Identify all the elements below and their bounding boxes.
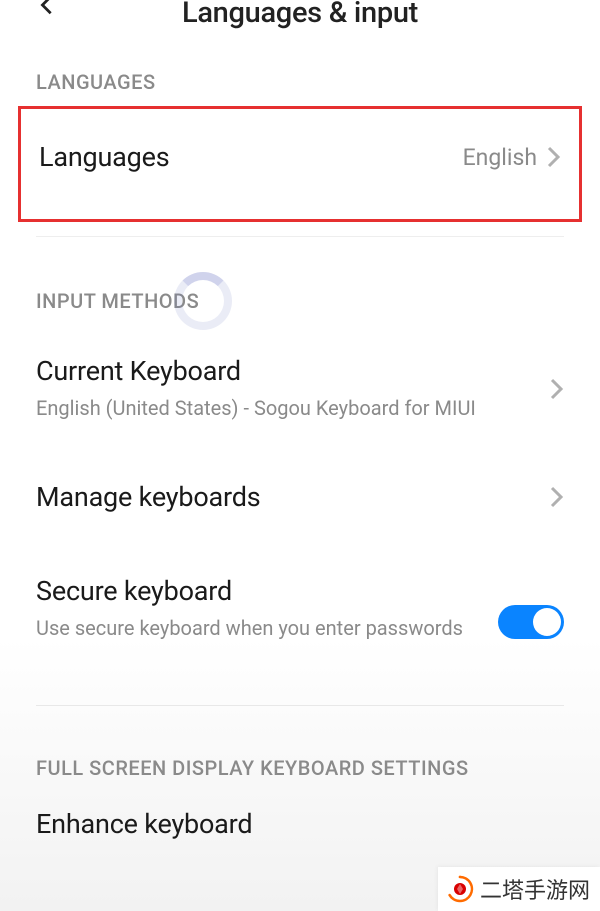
setting-row-secure-keyboard: Secure keyboard Use secure keyboard when… xyxy=(36,575,564,643)
setting-right xyxy=(550,485,564,509)
setting-subtitle-current-keyboard: English (United States) - Sogou Keyboard… xyxy=(36,393,534,423)
setting-main: Languages xyxy=(39,141,447,173)
watermark-logo-icon xyxy=(446,875,474,903)
highlight-languages-row: Languages English xyxy=(18,106,582,222)
setting-main: Secure keyboard Use secure keyboard when… xyxy=(36,575,482,643)
divider xyxy=(36,705,564,706)
watermark-text: 二塔手游网 xyxy=(480,873,590,905)
loading-spinner-icon xyxy=(174,272,232,330)
section-header-languages: LANGUAGES xyxy=(36,70,564,94)
setting-main: Manage keyboards xyxy=(36,481,534,513)
back-icon[interactable] xyxy=(36,0,58,20)
setting-title-secure-keyboard: Secure keyboard xyxy=(36,575,482,607)
setting-row-languages[interactable]: Languages English xyxy=(39,141,561,173)
section-header-fullscreen: FULL SCREEN DISPLAY KEYBOARD SETTINGS xyxy=(36,756,564,780)
section-header-input-methods: INPUT METHODS xyxy=(36,289,564,313)
settings-content: LANGUAGES Languages English INPUT METHOD… xyxy=(0,70,600,840)
toggle-thumb xyxy=(533,608,561,636)
watermark: 二塔手游网 xyxy=(438,867,600,911)
setting-row-enhance-keyboard[interactable]: Enhance keyboard xyxy=(36,808,564,840)
chevron-right-icon xyxy=(547,145,561,169)
page-header: Languages & input xyxy=(0,0,600,30)
setting-right: English xyxy=(463,144,561,171)
setting-subtitle-secure-keyboard: Use secure keyboard when you enter passw… xyxy=(36,613,482,643)
setting-main: Enhance keyboard xyxy=(36,808,564,840)
setting-row-current-keyboard[interactable]: Current Keyboard English (United States)… xyxy=(36,355,564,423)
setting-title-manage-keyboards: Manage keyboards xyxy=(36,481,534,513)
setting-title-enhance-keyboard: Enhance keyboard xyxy=(36,808,564,840)
setting-value-languages: English xyxy=(463,144,537,171)
setting-main: Current Keyboard English (United States)… xyxy=(36,355,534,423)
setting-right xyxy=(550,377,564,401)
chevron-right-icon xyxy=(550,485,564,509)
divider xyxy=(36,236,564,237)
setting-title-current-keyboard: Current Keyboard xyxy=(36,355,534,387)
toggle-secure-keyboard[interactable] xyxy=(498,605,564,639)
setting-title-languages: Languages xyxy=(39,141,447,173)
setting-row-manage-keyboards[interactable]: Manage keyboards xyxy=(36,481,564,513)
page-title: Languages & input xyxy=(20,0,580,30)
chevron-right-icon xyxy=(550,377,564,401)
